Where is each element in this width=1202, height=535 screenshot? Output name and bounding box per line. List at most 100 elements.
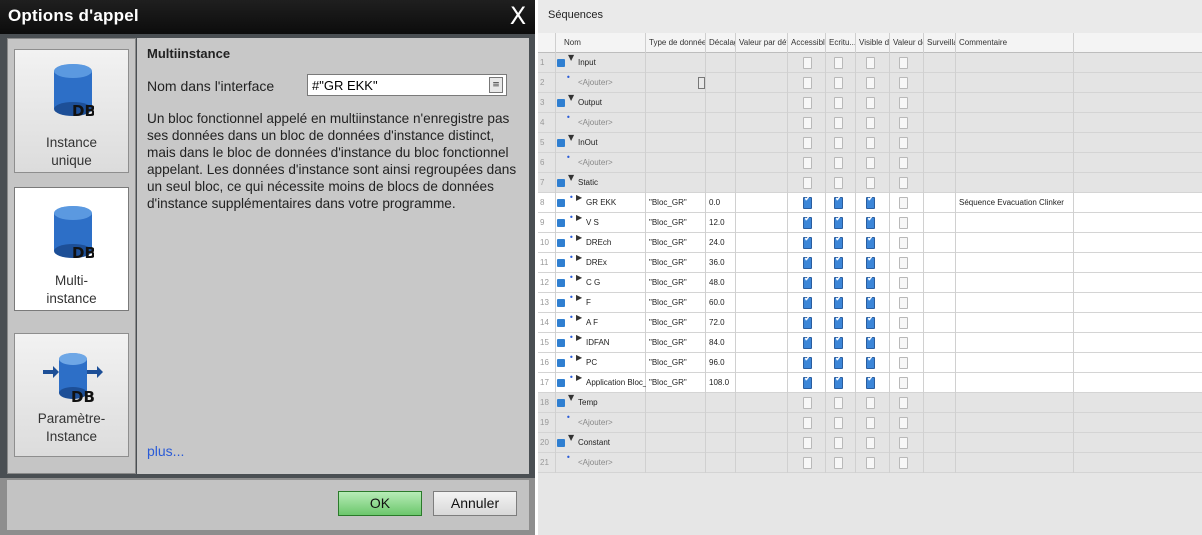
row-checkbox[interactable] [899, 457, 908, 469]
expand-icon[interactable]: ▶ [576, 353, 582, 362]
row-checkbox[interactable] [899, 377, 908, 389]
row-checkbox[interactable] [899, 337, 908, 349]
row-checkbox[interactable] [803, 157, 812, 169]
table-row[interactable]: 15 ▶ • IDFAN "Bloc_GR" 84.0 [538, 333, 1202, 353]
add-entry[interactable]: <Ajouter> [578, 73, 644, 93]
row-checkbox[interactable] [899, 257, 908, 269]
row-checkbox[interactable] [866, 374, 875, 389]
row-checkbox[interactable] [899, 217, 908, 229]
table-row[interactable]: 7 ▼ Static [538, 173, 1202, 193]
row-checkbox[interactable] [803, 117, 812, 129]
table-row[interactable]: 9 ▶ • V S "Bloc_GR" 12.0 [538, 213, 1202, 233]
row-checkbox[interactable] [899, 417, 908, 429]
collapse-icon[interactable]: ▼ [568, 173, 574, 182]
row-checkbox[interactable] [899, 437, 908, 449]
expand-icon[interactable]: ▶ [576, 293, 582, 302]
expand-icon[interactable]: ▶ [576, 233, 582, 242]
table-row[interactable]: 8 ▶ • GR EKK "Bloc_GR" 0.0 Séquence Evacuation… [538, 193, 1202, 213]
row-checkbox[interactable] [803, 137, 812, 149]
row-checkbox[interactable] [866, 334, 875, 349]
row-checkbox[interactable] [866, 397, 875, 409]
expand-icon[interactable]: ▶ [576, 193, 582, 202]
row-checkbox[interactable] [803, 437, 812, 449]
row-checkbox[interactable] [866, 117, 875, 129]
comment-cell[interactable] [959, 273, 1199, 293]
comment-cell[interactable] [959, 293, 1199, 313]
row-checkbox[interactable] [834, 214, 843, 229]
header-visible[interactable]: Visible da... [856, 33, 890, 53]
table-row[interactable]: 18 ▼ Temp [538, 393, 1202, 413]
row-checkbox[interactable] [803, 97, 812, 109]
expand-icon[interactable]: ▶ [576, 313, 582, 322]
comment-cell[interactable] [959, 333, 1199, 353]
list-picker-icon[interactable] [698, 77, 705, 89]
row-checkbox[interactable] [803, 77, 812, 89]
table-row[interactable]: 1 ▼ Input [538, 53, 1202, 73]
member-name[interactable]: Static [578, 173, 644, 193]
header-writable[interactable]: Ecritu... [826, 33, 856, 53]
data-type-cell[interactable]: "Bloc_GR" [649, 233, 704, 253]
table-row[interactable]: 3 ▼ Output [538, 93, 1202, 113]
add-entry[interactable]: <Ajouter> [578, 453, 644, 473]
member-name[interactable]: F [586, 293, 646, 313]
row-checkbox[interactable] [834, 294, 843, 309]
member-name[interactable]: V S [586, 213, 646, 233]
row-checkbox[interactable] [866, 194, 875, 209]
comment-cell[interactable] [959, 213, 1199, 233]
data-type-cell[interactable]: "Bloc_GR" [649, 253, 704, 273]
comment-cell[interactable] [959, 373, 1199, 393]
row-checkbox[interactable] [866, 234, 875, 249]
row-checkbox[interactable] [803, 177, 812, 189]
row-checkbox[interactable] [834, 177, 843, 189]
member-name[interactable]: Input [578, 53, 644, 73]
interface-name-input[interactable] [312, 77, 482, 93]
row-checkbox[interactable] [803, 354, 812, 369]
row-checkbox[interactable] [866, 294, 875, 309]
data-type-cell[interactable]: "Bloc_GR" [649, 193, 704, 213]
option-multi-instance[interactable]: DB Multi- instance [14, 187, 129, 311]
table-row[interactable]: 5 ▼ InOut [538, 133, 1202, 153]
table-row[interactable]: 16 ▶ • PC "Bloc_GR" 96.0 [538, 353, 1202, 373]
row-checkbox[interactable] [899, 97, 908, 109]
member-name[interactable]: DREch [586, 233, 646, 253]
row-checkbox[interactable] [803, 214, 812, 229]
row-checkbox[interactable] [899, 57, 908, 69]
row-checkbox[interactable] [803, 314, 812, 329]
row-checkbox[interactable] [866, 214, 875, 229]
add-entry[interactable]: <Ajouter> [578, 113, 644, 133]
comment-cell[interactable] [959, 233, 1199, 253]
row-checkbox[interactable] [803, 294, 812, 309]
row-checkbox[interactable] [899, 177, 908, 189]
close-icon[interactable]: X [505, 3, 531, 29]
member-name[interactable]: InOut [578, 133, 644, 153]
row-checkbox[interactable] [866, 177, 875, 189]
header-name[interactable]: Nom [556, 33, 646, 53]
data-type-cell[interactable]: "Bloc_GR" [649, 273, 704, 293]
table-row[interactable]: 20 ▼ Constant [538, 433, 1202, 453]
row-checkbox[interactable] [866, 57, 875, 69]
row-checkbox[interactable] [834, 77, 843, 89]
comment-cell[interactable] [959, 253, 1199, 273]
row-checkbox[interactable] [866, 354, 875, 369]
table-row[interactable]: 6 • <Ajouter> [538, 153, 1202, 173]
row-checkbox[interactable] [899, 197, 908, 209]
row-checkbox[interactable] [834, 437, 843, 449]
table-row[interactable]: 21 • <Ajouter> [538, 453, 1202, 473]
member-name[interactable]: Constant [578, 433, 644, 453]
table-row[interactable]: 17 ▶• Application Bloc_MT"Bloc_GR" 108.0 [538, 373, 1202, 393]
row-checkbox[interactable] [834, 57, 843, 69]
table-row[interactable]: 2 • <Ajouter> [538, 73, 1202, 93]
member-name[interactable]: DREx [586, 253, 646, 273]
row-checkbox[interactable] [866, 77, 875, 89]
comment-cell[interactable] [959, 353, 1199, 373]
member-name[interactable]: Output [578, 93, 644, 113]
member-name[interactable]: PC [586, 353, 646, 373]
header-data-type[interactable]: Type de données [646, 33, 706, 53]
row-checkbox[interactable] [899, 317, 908, 329]
header-comment[interactable]: Commentaire [956, 33, 1074, 53]
row-checkbox[interactable] [834, 97, 843, 109]
row-checkbox[interactable] [834, 374, 843, 389]
row-checkbox[interactable] [803, 397, 812, 409]
collapse-icon[interactable]: ▼ [568, 53, 574, 62]
row-checkbox[interactable] [866, 457, 875, 469]
